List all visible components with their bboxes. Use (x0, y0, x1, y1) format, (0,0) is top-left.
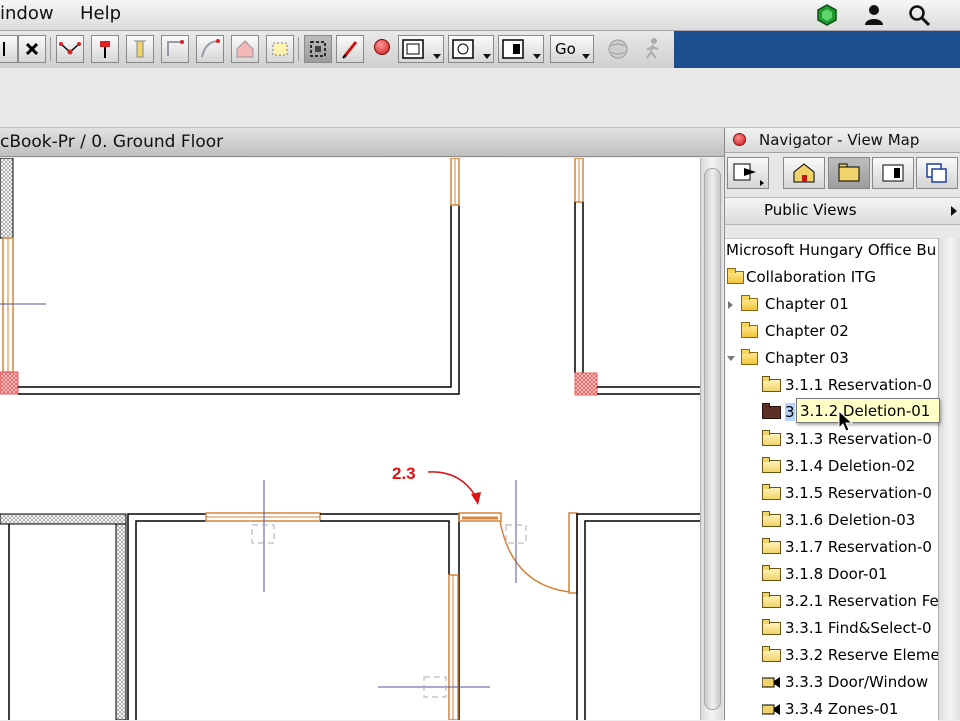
floor-plan-drawing: 2.3 (0, 158, 700, 720)
view-icon (762, 646, 781, 662)
view-icon (762, 484, 781, 500)
publisher-sets-icon[interactable] (916, 157, 958, 189)
view-icon (762, 403, 781, 419)
column-tool-icon[interactable] (126, 35, 154, 63)
gem-status-icon[interactable] (815, 3, 839, 27)
house-tool-icon[interactable] (231, 35, 259, 63)
wall (18, 205, 460, 395)
view-icon (762, 619, 781, 635)
globe-icon[interactable] (605, 36, 631, 62)
annotation-arrow (427, 471, 477, 498)
dashed-rect-icon[interactable] (266, 35, 294, 63)
project-map-icon[interactable] (783, 157, 825, 189)
navigator-title-bar: Navigator - View Map (725, 128, 960, 153)
menu-window[interactable]: indow (0, 3, 54, 24)
export-icon[interactable] (727, 157, 769, 189)
view-map-icon[interactable] (828, 157, 870, 189)
go-label: Go (555, 40, 576, 58)
pen-tool-icon[interactable] (336, 35, 364, 63)
window-dropdown-icon[interactable] (498, 35, 544, 63)
select-frame-icon[interactable] (304, 35, 332, 63)
toolbar-separator (298, 37, 299, 61)
view-icon (762, 538, 781, 554)
wall (18, 205, 452, 388)
view-dropdown-icon[interactable] (448, 35, 494, 63)
disclosure-down-icon[interactable] (727, 356, 735, 361)
toolbar-separator (50, 37, 51, 61)
plan-window-title: cBook-Pr / 0. Ground Floor (0, 128, 724, 157)
record-icon[interactable] (374, 39, 390, 55)
main-toolbar: Go (0, 31, 675, 68)
toolbar-background-strip (674, 31, 960, 68)
camera-icon (762, 704, 780, 715)
hatched-column (0, 371, 19, 395)
walk-icon[interactable] (640, 36, 666, 62)
floor-plan-canvas[interactable]: 2.3 (0, 158, 700, 720)
wall (320, 513, 460, 720)
user-icon[interactable] (862, 3, 886, 27)
plan-vertical-scrollbar[interactable] (700, 158, 723, 720)
folder-icon (741, 349, 758, 365)
folder-icon (741, 322, 758, 338)
folder-icon (741, 295, 758, 311)
hatched-wall (115, 523, 127, 720)
menu-bar: indow Help (0, 0, 960, 31)
disclosure-right-icon[interactable] (728, 301, 733, 309)
pin-tool-icon[interactable] (91, 35, 119, 63)
tooltip: 3.1.2 Deletion-01 (796, 398, 940, 423)
hatched-column (574, 372, 598, 396)
chevron-right-icon (951, 206, 957, 216)
close-icon[interactable] (733, 133, 746, 146)
view-map-tree: Microsoft Hungary Office Bu Collaboratio… (725, 238, 938, 721)
wall (320, 520, 450, 575)
menu-help[interactable]: Help (80, 3, 121, 24)
search-icon[interactable] (907, 3, 931, 27)
go-button[interactable]: Go (550, 35, 594, 63)
layout-dropdown-icon[interactable] (398, 35, 444, 63)
door-swing (499, 520, 571, 593)
view-icon (762, 430, 781, 446)
layout-book-icon[interactable] (872, 157, 914, 189)
camera-icon (762, 677, 780, 688)
navigator-tabs (725, 153, 960, 198)
mouse-cursor-icon (838, 410, 854, 432)
wall (576, 513, 700, 720)
corner-tool-icon[interactable] (161, 35, 189, 63)
close-x-icon[interactable] (18, 35, 46, 63)
view-icon (762, 376, 781, 392)
view-icon (762, 565, 781, 581)
pointer-cross-icon[interactable] (0, 35, 18, 63)
public-views-dropdown[interactable]: Public Views (725, 198, 960, 225)
scrollbar-thumb[interactable] (704, 168, 721, 710)
navigator-title: Navigator - View Map (759, 131, 920, 149)
view-icon (762, 511, 781, 527)
annotation-label: 2.3 (392, 464, 416, 483)
wall (135, 520, 206, 720)
view-icon (762, 592, 781, 608)
view-icon (762, 457, 781, 473)
node-tool-icon[interactable] (56, 35, 84, 63)
hatched-wall (0, 158, 14, 239)
wall (127, 513, 206, 720)
info-bar (0, 69, 960, 128)
public-views-label: Public Views (764, 201, 857, 219)
annotation-arrow-head (471, 492, 481, 505)
arc-tool-icon[interactable] (196, 35, 224, 63)
folder-icon (727, 268, 744, 284)
navigator-scrollbar[interactable] (938, 238, 960, 720)
dimension-marker (251, 524, 275, 544)
wall (584, 520, 700, 720)
window-element (568, 512, 578, 594)
hatched-wall (0, 513, 127, 525)
